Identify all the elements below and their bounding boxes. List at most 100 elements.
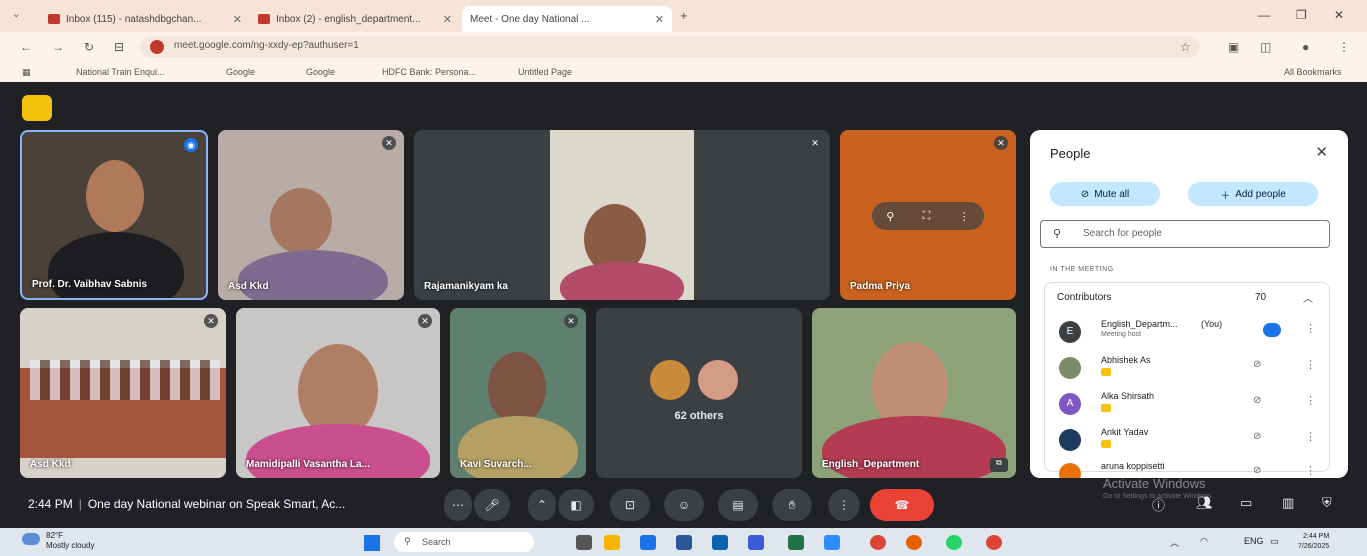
mute-all-button[interactable]: ⊘ Mute all: [1050, 182, 1160, 206]
pinned-controls: ⚲ ⛶ ⋮: [872, 202, 984, 230]
list-item[interactable]: E English_Departm... (You) Meeting host …: [1045, 313, 1329, 349]
mic-off-icon: ✕: [382, 136, 396, 150]
weather-widget[interactable]: 82°F Mostly cloudy: [22, 531, 94, 551]
participant-tile[interactable]: ⚲ ⛶ ⋮ ✕ Padma Priya: [840, 130, 1016, 300]
bookmark-2[interactable]: Google: [226, 67, 255, 77]
back-icon[interactable]: ←: [20, 40, 32, 54]
chrome-icon[interactable]: [870, 535, 886, 550]
pin-icon[interactable]: ⚲: [886, 210, 894, 223]
bookmark-5[interactable]: Untitled Page: [518, 67, 572, 77]
list-item[interactable]: aruna koppisetti ⊘ ⋮: [1045, 455, 1329, 478]
more-options-icon[interactable]: ⋮: [959, 210, 970, 223]
participant-name: Ankit Yadav: [1101, 427, 1149, 437]
extensions-icon[interactable]: ◫: [1260, 40, 1271, 54]
more-options-button[interactable]: ⋮: [828, 489, 860, 521]
end-call-button[interactable]: ☎: [870, 489, 934, 521]
chat-icon[interactable]: ▭: [1240, 495, 1252, 511]
menu-icon[interactable]: ⋮: [1338, 40, 1350, 54]
frame-icon[interactable]: ⛶: [923, 210, 931, 223]
star-icon[interactable]: ☆: [1180, 40, 1191, 54]
taskbar-search-input[interactable]: ⚲ Search: [394, 532, 534, 552]
outlook-icon[interactable]: [712, 535, 728, 550]
meet-info-icon[interactable]: [22, 95, 52, 121]
close-window-icon[interactable]: ✕: [1334, 8, 1344, 22]
task-view-icon[interactable]: [576, 535, 592, 550]
cast-icon[interactable]: ▣: [1228, 40, 1239, 54]
tray-lang[interactable]: ENG: [1244, 536, 1264, 546]
tray-chevron-icon[interactable]: ︿: [1170, 536, 1179, 549]
all-bookmarks[interactable]: All Bookmarks: [1284, 67, 1342, 77]
camera-button[interactable]: ◧: [558, 489, 594, 521]
close-icon[interactable]: ✕: [655, 13, 664, 26]
whatsapp-icon[interactable]: [946, 535, 962, 550]
tab-inbox-1[interactable]: Inbox (115) - natashdbgchan... ✕: [40, 6, 250, 32]
maximize-icon[interactable]: ❐: [1296, 8, 1307, 22]
excel-icon[interactable]: [788, 535, 804, 550]
avatar: [1059, 463, 1081, 478]
more-options-icon[interactable]: ⋮: [1305, 394, 1316, 407]
host-controls-icon[interactable]: ⛨: [1322, 495, 1332, 511]
more-options-icon[interactable]: ⋮: [1305, 358, 1316, 371]
present-button[interactable]: ⊡: [610, 489, 650, 521]
participant-tile[interactable]: ✕ Asd Kkd: [20, 308, 226, 478]
windows-start-icon[interactable]: [364, 535, 380, 551]
mic-off-icon: ✕: [418, 314, 432, 328]
list-item[interactable]: Ankit Yadav ⊘ ⋮: [1045, 421, 1329, 457]
bookmark-3[interactable]: Google: [306, 67, 335, 77]
store-icon[interactable]: [640, 535, 656, 550]
tab-meet[interactable]: Meet - One day National ... ✕: [462, 6, 672, 32]
emoji-button[interactable]: ☺: [664, 489, 704, 521]
activities-icon[interactable]: ▥: [1282, 495, 1294, 511]
reload-icon[interactable]: ↻: [84, 40, 94, 54]
participant-tile[interactable]: ◉ Prof. Dr. Vaibhav Sabnis: [20, 130, 208, 300]
firefox-icon[interactable]: [906, 535, 922, 550]
participant-tile[interactable]: ✕ Mamidipalli Vasantha La...: [236, 308, 440, 478]
close-icon[interactable]: ✕: [1315, 143, 1328, 161]
close-icon[interactable]: ✕: [443, 13, 452, 26]
list-item[interactable]: Abhishek As ⊘ ⋮: [1045, 349, 1329, 385]
tab-search-button[interactable]: ⌄: [12, 9, 20, 20]
more-reactions-button[interactable]: ⋯: [444, 489, 472, 521]
camera-options-button[interactable]: ⌃: [528, 489, 556, 521]
more-options-icon[interactable]: ⋮: [1305, 322, 1316, 335]
others-tile[interactable]: 62 others: [596, 308, 802, 478]
new-tab-button[interactable]: +: [680, 8, 688, 23]
url-input[interactable]: meet.google.com/ng-xxdy-ep?authuser=1: [140, 36, 1200, 58]
captions-button[interactable]: ▤: [718, 489, 758, 521]
list-item[interactable]: A Alka Shirsath ⊘ ⋮: [1045, 385, 1329, 421]
mic-button[interactable]: 🎤︎: [474, 489, 510, 521]
self-view-icon[interactable]: ⧉: [990, 458, 1008, 472]
wifi-icon[interactable]: ◠: [1200, 536, 1208, 547]
chrome-profile-icon[interactable]: [986, 535, 1002, 550]
profile-avatar[interactable]: ●: [1302, 40, 1309, 54]
search-input[interactable]: ⚲ Search for people: [1040, 220, 1330, 248]
bookmark-4[interactable]: HDFC Bank: Persona...: [382, 67, 476, 77]
apps-icon[interactable]: ▦: [22, 67, 31, 78]
vpn-icon[interactable]: [748, 535, 764, 550]
minimize-icon[interactable]: —: [1258, 8, 1270, 22]
chevron-up-icon[interactable]: ︿: [1303, 290, 1313, 305]
participant-tile[interactable]: ⧉ English_Department: [812, 308, 1016, 478]
participant-video: [270, 188, 332, 254]
participant-tile[interactable]: ✕ Asd Kkd: [218, 130, 404, 300]
battery-icon[interactable]: ▭: [1270, 536, 1279, 547]
participant-tile[interactable]: ✕ Rajamanikyam ka: [414, 130, 830, 300]
forward-icon[interactable]: →: [52, 40, 64, 54]
mic-off-icon: ⊘: [1253, 431, 1262, 442]
participant-tile[interactable]: ✕ Kavi Suvarch...: [450, 308, 586, 478]
more-options-icon[interactable]: ⋮: [1305, 464, 1316, 477]
section-label: IN THE MEETING: [1050, 266, 1114, 273]
participant-video: [488, 352, 546, 424]
raise-hand-button[interactable]: ✋︎: [772, 489, 812, 521]
file-explorer-icon[interactable]: [604, 535, 620, 550]
word-icon[interactable]: [676, 535, 692, 550]
tab-inbox-2[interactable]: Inbox (2) - english_department... ✕: [250, 6, 460, 32]
bookmark-1[interactable]: National Train Enqui...: [76, 67, 165, 77]
calculator-icon[interactable]: [824, 535, 840, 550]
taskbar-clock[interactable]: 2:44 PM 7/26/2025: [1298, 532, 1329, 552]
guest-tag-icon: [1101, 440, 1111, 448]
add-people-button[interactable]: ＋ Add people: [1188, 182, 1318, 206]
site-info-icon[interactable]: ⊟: [114, 40, 124, 54]
close-icon[interactable]: ✕: [233, 13, 242, 26]
more-options-icon[interactable]: ⋮: [1305, 430, 1316, 443]
